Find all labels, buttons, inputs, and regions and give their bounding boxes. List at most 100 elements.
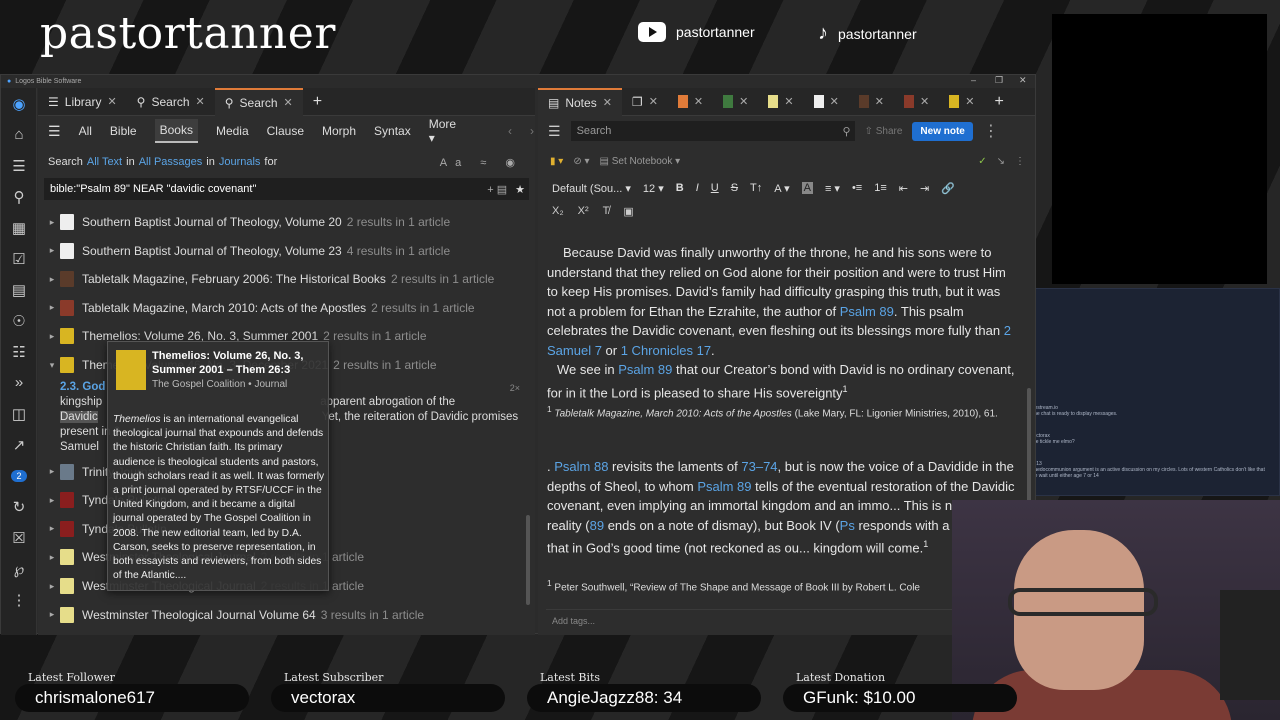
close-icon[interactable]: ✕ [875,95,884,108]
tab-resource[interactable]: ✕ [939,88,984,116]
scope-collection-link[interactable]: Journals [219,156,261,168]
tab-resource[interactable]: ✕ [804,88,849,116]
result-row[interactable]: ▸ Southern Baptist Journal of Theology, V… [44,237,450,265]
search-options-icons[interactable]: Aa ≈ ◉ [440,156,523,169]
close-icon[interactable]: ✕ [649,95,658,108]
close-icon[interactable]: ✕ [920,95,929,108]
scripture-link[interactable]: Ps [840,518,855,533]
add-tags-input[interactable]: Add tags... [546,609,954,633]
menu-icon[interactable]: ☰ [548,123,561,140]
query-input[interactable]: bible:"Psalm 89" NEAR "davidic covenant"… [44,178,529,200]
tab-search-active[interactable]: ⚲ Search ✕ [214,87,303,116]
expand-icon[interactable]: ▸ [44,609,60,620]
scripture-link[interactable]: Psalm 89 [697,479,751,494]
forward-icon[interactable]: › [530,124,534,138]
tab-resource[interactable]: ✕ [849,88,894,116]
store-icon[interactable]: ☒ [1,522,37,553]
panel-menu-icon[interactable]: ⋮ [983,121,999,141]
close-icon[interactable]: ✕ [784,95,793,108]
filter-morph[interactable]: Morph [322,124,356,138]
scripture-link[interactable]: Psalm 88 [554,459,608,474]
minimize-button[interactable]: – [971,75,976,85]
subscript-icon[interactable]: X₂ [552,205,564,217]
set-notebook-button[interactable]: ▤ Set Notebook ▾ [600,156,681,167]
insert-image-icon[interactable]: ▣ [623,205,633,218]
font-color-icon[interactable]: A ▾ [774,182,789,195]
result-title[interactable]: Westminster Theological Journal Volume 6… [82,608,316,622]
bullet-list-icon[interactable]: •≡ [852,182,862,194]
close-icon[interactable]: ✕ [603,96,612,109]
documents-icon[interactable]: ▤ [1,274,37,305]
footnote-marker[interactable]: 1 [843,384,848,394]
add-tab-button[interactable]: + [984,88,1013,116]
scripture-link[interactable]: Psalm 89 [618,362,672,377]
notification-icon[interactable]: 2 [1,460,37,491]
footnote-marker[interactable]: 1 [923,539,928,549]
close-icon[interactable]: ✕ [284,96,293,109]
collapse-icon[interactable]: ↘ [997,156,1005,167]
close-icon[interactable]: ✕ [965,95,974,108]
notes-scrollbar[interactable] [1027,388,1031,508]
sync-icon[interactable]: ↻ [1,491,37,522]
result-row[interactable]: ▸ Southern Baptist Journal of Theology, V… [44,208,450,236]
filter-syntax[interactable]: Syntax [374,124,411,138]
expand-icon[interactable]: ▸ [44,552,60,563]
filter-more[interactable]: More ▾ [429,117,456,145]
star-icon[interactable]: ★ [515,183,525,196]
filter-clause[interactable]: Clause [267,124,304,138]
expand-icon[interactable]: » [1,367,37,398]
reading-plan-icon[interactable]: ☉ [1,305,37,336]
tab-notes[interactable]: ▤ Notes ✕ [538,87,622,116]
result-row[interactable]: ▸ Tabletalk Magazine, March 2010: Acts of… [44,294,475,322]
expand-icon[interactable]: ▸ [44,274,60,285]
search-icon[interactable]: ⚲ [1,181,37,212]
scripture-link[interactable]: 89 [590,518,604,533]
font-family-select[interactable]: Default (Sou... ▾ [552,182,631,195]
new-note-button[interactable]: New note [912,121,973,141]
share-button[interactable]: ⇧ Share [865,126,903,137]
tasks-icon[interactable]: ☑ [1,243,37,274]
expand-icon[interactable]: ▸ [44,466,60,477]
link-icon[interactable]: 🔗 [941,182,955,195]
font-size-select[interactable]: 12 ▾ [643,182,664,195]
underline-icon[interactable]: U [711,182,719,194]
back-icon[interactable]: ‹ [508,124,512,138]
bold-icon[interactable]: B [676,182,684,194]
scripture-link[interactable]: Psalm 89 [840,304,894,319]
scripture-link[interactable]: 73–74 [741,459,777,474]
scripture-link[interactable]: 1 Chronicles 17 [621,343,711,358]
numbered-list-icon[interactable]: 1≡ [874,182,887,194]
export-icon[interactable]: ↗ [1,429,37,460]
guides-icon[interactable]: ▦ [1,212,37,243]
close-button[interactable]: ✕ [1019,75,1027,86]
scope-text-link[interactable]: All Text [87,156,122,168]
filter-bible[interactable]: Bible [110,124,137,138]
indent-icon[interactable]: ⇥ [920,182,929,195]
logos-home-icon[interactable]: ◉ [1,88,37,119]
status-icon[interactable]: ⊘ ▾ [573,156,589,167]
menu-icon[interactable]: ☰ [48,123,61,140]
result-title[interactable]: Southern Baptist Journal of Theology, Vo… [82,215,342,229]
expand-icon[interactable]: ▸ [44,331,60,342]
scope-passages-link[interactable]: All Passages [139,156,203,168]
add-icon[interactable]: + ▤ [487,183,507,196]
result-row[interactable]: ▸ Tabletalk Magazine, February 2006: The … [44,265,494,293]
layouts-icon[interactable]: ◫ [1,398,37,429]
strikethrough-icon[interactable]: S [731,182,738,194]
expand-icon[interactable]: ▸ [44,495,60,506]
outdent-icon[interactable]: ⇤ [899,182,908,195]
highlight-color-icon[interactable]: A [801,182,813,194]
filter-books[interactable]: Books [154,119,198,143]
close-icon[interactable]: ✕ [107,95,116,108]
library-icon[interactable]: ☰ [1,150,37,181]
clear-format-icon[interactable]: T̸ [603,205,610,217]
tab-resource[interactable]: ✕ [758,88,803,116]
filter-media[interactable]: Media [216,124,249,138]
result-title[interactable]: Tabletalk Magazine, February 2006: The H… [82,272,386,286]
collapse-icon[interactable]: ▾ [44,360,60,371]
note-menu-icon[interactable]: ⋮ [1015,156,1025,167]
tab-resource[interactable]: ✕ [668,88,713,116]
faithlife-icon[interactable]: ℘ [1,553,37,584]
more-icon[interactable]: ⋮ [1,584,37,615]
tab-library[interactable]: ☰ Library ✕ [38,88,127,116]
